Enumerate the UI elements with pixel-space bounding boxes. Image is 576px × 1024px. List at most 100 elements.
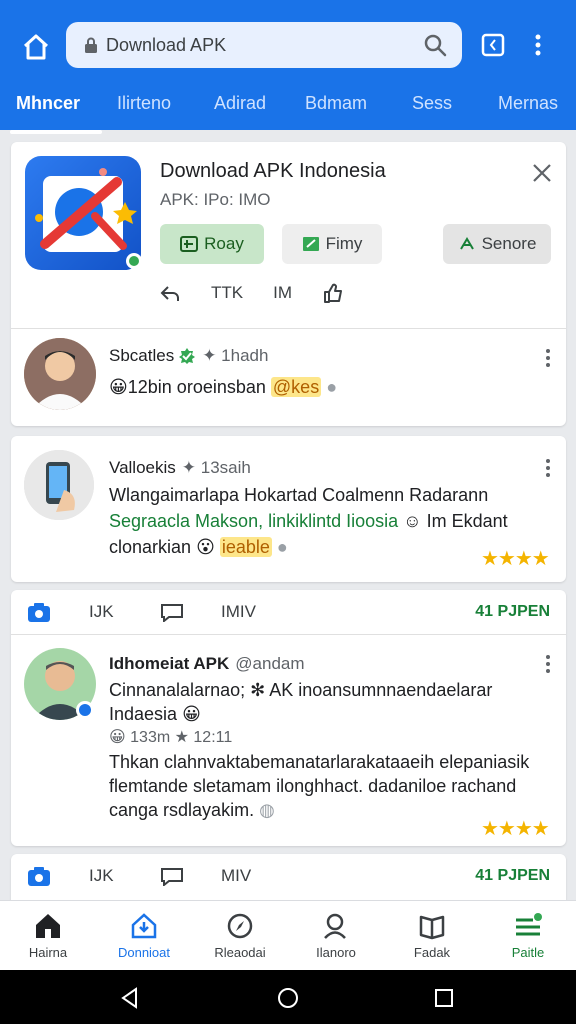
post-author: Valloekis bbox=[109, 458, 176, 477]
divider bbox=[11, 328, 566, 329]
comment-icon[interactable] bbox=[159, 602, 185, 622]
open-label[interactable]: 41 PJPEN bbox=[475, 867, 550, 885]
post-line-2-tail: Im Ekdant bbox=[426, 511, 508, 531]
camera-icon[interactable] bbox=[27, 865, 51, 887]
post-line-1: Wlangaimarlapa Hokartad Coalmenn Radaran… bbox=[109, 485, 489, 505]
emoji-icon: 😀 bbox=[182, 704, 201, 724]
tab-2[interactable]: Ilirteno bbox=[96, 90, 192, 130]
post-card: IJK IMIV 41 PJPEN Idhomeiat APK @andam C… bbox=[11, 590, 566, 846]
app-title: Download APK Indonesia bbox=[160, 160, 386, 182]
nav-profile[interactable]: Paitle bbox=[480, 901, 576, 970]
reply-action[interactable] bbox=[159, 282, 181, 304]
nav-library[interactable]: Fadak bbox=[384, 901, 480, 970]
avatar[interactable] bbox=[24, 338, 96, 410]
address-bar[interactable]: Download APK bbox=[66, 22, 462, 68]
close-icon[interactable] bbox=[531, 162, 553, 184]
tab-6[interactable]: Mernas bbox=[480, 90, 576, 130]
system-navigation-bar bbox=[0, 970, 576, 1024]
nav-profile-label: Paitle bbox=[511, 945, 545, 960]
post-intro-line-1: Cinnanalalarnao; ✻ AK inoansumnnaendaela… bbox=[109, 680, 493, 700]
comment-text-main: 12bin oroeinsban bbox=[127, 377, 266, 397]
home-icon bbox=[23, 34, 49, 60]
nav-search-label: Ilanoro bbox=[316, 945, 356, 960]
reply-icon bbox=[160, 286, 179, 301]
app-logo-icon bbox=[35, 168, 137, 252]
verified-icon bbox=[179, 348, 196, 364]
senore-button-label: Senore bbox=[481, 234, 537, 253]
stat-count-2[interactable]: MIV bbox=[221, 866, 251, 886]
more-options-icon[interactable] bbox=[528, 32, 548, 58]
nav-library-label: Fadak bbox=[413, 945, 451, 960]
fimy-button-label: Fimy bbox=[325, 234, 363, 253]
post-intro: Cinnanalalarnao; ✻ AK inoansumnnaendaela… bbox=[109, 678, 559, 750]
home-icon bbox=[36, 914, 60, 938]
stat-count-1[interactable]: IJK bbox=[89, 866, 114, 886]
nav-explore[interactable]: Rleaodai bbox=[192, 901, 288, 970]
post-more-icon[interactable] bbox=[545, 458, 551, 478]
smile-icon: ☺ bbox=[403, 511, 422, 531]
thumbs-up-action[interactable] bbox=[322, 282, 344, 304]
recents-icon[interactable] bbox=[432, 986, 456, 1010]
tab-switcher-icon[interactable] bbox=[480, 32, 506, 58]
comment-text: 😀12bin oroeinsban @kes ● bbox=[109, 374, 337, 400]
verified-dot-icon bbox=[126, 253, 142, 269]
camera-icon[interactable] bbox=[27, 601, 51, 623]
address-text: Download APK bbox=[106, 34, 227, 55]
play-button[interactable]: Roay bbox=[160, 224, 264, 264]
person-search-icon bbox=[324, 913, 346, 939]
stats-row: IJK MIV 41 PJPEN bbox=[11, 854, 566, 898]
app-logo[interactable] bbox=[25, 156, 141, 270]
avatar[interactable] bbox=[24, 450, 94, 520]
nav-search[interactable]: Ilanoro bbox=[288, 901, 384, 970]
im-action[interactable]: IM bbox=[273, 283, 292, 303]
open-label[interactable]: 41 PJPEN bbox=[475, 603, 550, 621]
share-icon bbox=[459, 237, 474, 250]
post-intro-line-2-text: Indaesia bbox=[109, 704, 178, 724]
download-icon bbox=[131, 913, 157, 939]
rating-stars: ★★★★ bbox=[481, 818, 550, 840]
post-highlight[interactable]: ieable bbox=[219, 537, 272, 557]
post-meta-2: 12:11 bbox=[193, 729, 233, 746]
post-author: Idhomeiat APK bbox=[109, 654, 230, 673]
rating-stars: ★★★★ bbox=[481, 548, 550, 570]
nav-home[interactable]: Hairna bbox=[0, 901, 96, 970]
play-store-icon bbox=[180, 236, 199, 252]
home-button[interactable] bbox=[18, 32, 54, 62]
tab-5[interactable]: Sess bbox=[384, 90, 480, 130]
comment-header: Sbcatles ✦ 1hadh bbox=[109, 346, 268, 366]
home-circle-icon[interactable] bbox=[276, 986, 300, 1010]
fimy-button[interactable]: Fimy bbox=[282, 224, 382, 264]
post-card: IJK MIV 41 PJPEN bbox=[11, 854, 566, 900]
emoji-icon: 😀 bbox=[109, 377, 128, 397]
tab-4[interactable]: Bdmam bbox=[288, 90, 384, 130]
comment-more-icon[interactable] bbox=[545, 348, 551, 368]
info-circle-icon: ● bbox=[326, 377, 338, 397]
tab-3[interactable]: Adirad bbox=[192, 90, 288, 130]
thumb-icon: ◍ bbox=[259, 800, 275, 820]
like-count-action[interactable]: TTK bbox=[211, 283, 243, 303]
phone-hand-icon bbox=[24, 450, 94, 520]
comment-mention[interactable]: @kes bbox=[270, 377, 322, 397]
comment-icon[interactable] bbox=[159, 866, 185, 886]
nav-download-label: Donnioat bbox=[117, 945, 171, 960]
back-icon[interactable] bbox=[118, 986, 142, 1010]
senore-button[interactable]: Senore bbox=[443, 224, 551, 264]
edit-icon bbox=[302, 237, 319, 251]
book-icon bbox=[419, 915, 445, 940]
tab-1[interactable]: Mhncer bbox=[0, 90, 102, 134]
post-header: Valloekis ✦ 13saih bbox=[109, 458, 251, 478]
post-intro-line-2: Indaesia 😀 bbox=[109, 702, 559, 726]
post-time-text: 13saih bbox=[200, 458, 251, 477]
post-line-2-text: Segraacla Makson, linkiklintd Iioosia bbox=[109, 511, 399, 531]
search-icon[interactable] bbox=[422, 32, 448, 58]
post-body-line-2: flemtande sletamam ilonghhact. dadaniloe… bbox=[109, 776, 517, 796]
post-body-line-3-text: canga rsdlayakim. bbox=[109, 800, 255, 820]
post-meta: 😀 133m ★ 12:11 bbox=[109, 729, 233, 746]
nav-download[interactable]: Donnioat bbox=[96, 901, 192, 970]
stat-count-1[interactable]: IJK bbox=[89, 602, 114, 622]
post-handle: @andam bbox=[235, 654, 305, 673]
bottom-navigation: Hairna Donnioat Rleaodai Ilanoro Fadak P… bbox=[0, 900, 576, 970]
stat-count-2[interactable]: IMIV bbox=[221, 602, 256, 622]
post-time: ✦ 13saih bbox=[181, 458, 251, 477]
post-more-icon[interactable] bbox=[545, 654, 551, 674]
